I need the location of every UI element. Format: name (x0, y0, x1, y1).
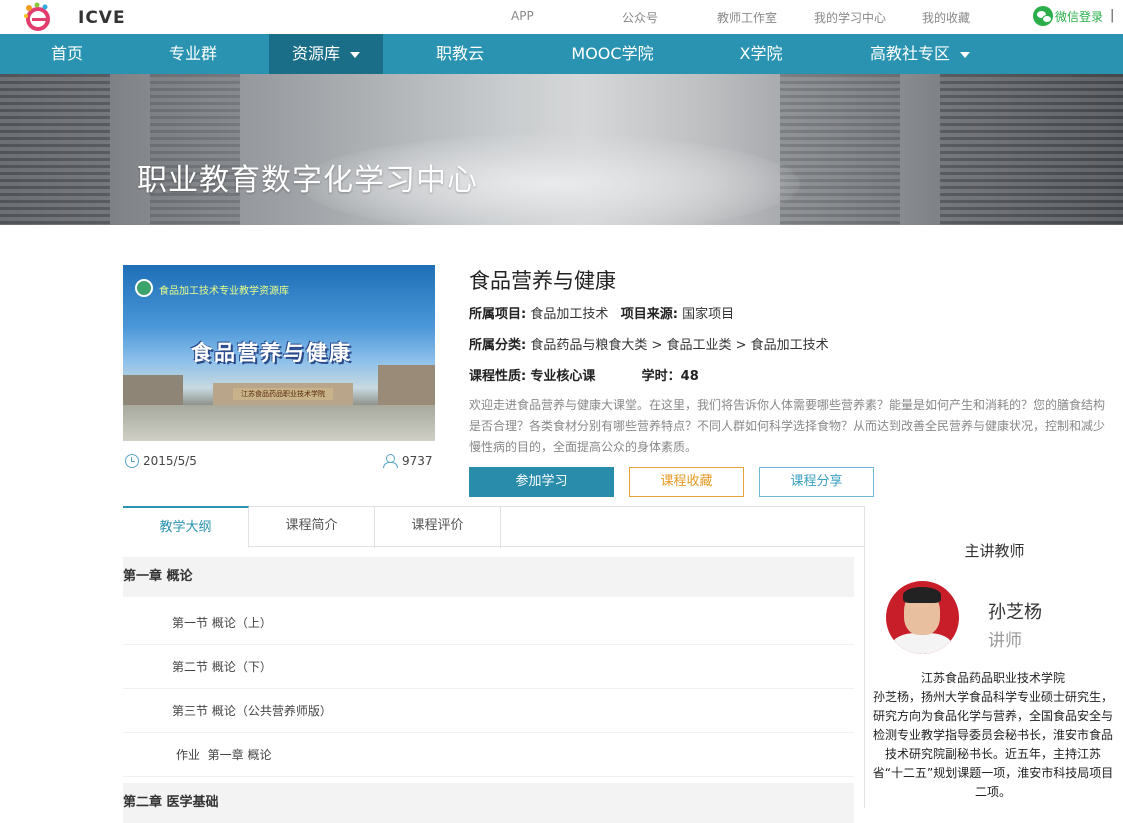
nav-item-higher-ed-zone[interactable]: 高教社专区 (855, 34, 985, 74)
icve-logo-icon (24, 2, 50, 31)
top-link-app[interactable]: APP (511, 9, 534, 23)
building-right (378, 365, 435, 405)
cover-title: 食品营养与健康 (191, 340, 352, 365)
homework-1[interactable]: 作业 第一章 概论 (123, 733, 854, 777)
nav-item-major-group[interactable]: 专业群 (134, 34, 252, 74)
gate-sign: 江苏食品药品职业技术学院 (233, 388, 333, 400)
banner-title: 职业教育数字化学习中心 (137, 163, 478, 198)
avatar-shirt (892, 633, 952, 654)
cover-subtitle: 食品加工技术专业教学资源库 (159, 286, 289, 297)
building-left (123, 375, 183, 405)
section-1-2[interactable]: 第二节 概论（下） (123, 645, 854, 689)
join-course-button[interactable]: 参加学习 (469, 467, 614, 497)
sidebar-divider (864, 506, 865, 808)
server-rack-left (0, 74, 110, 225)
teacher-avatar[interactable] (886, 581, 959, 654)
section-1-1[interactable]: 第一节 概论（上） (123, 601, 854, 645)
teacher-title: 讲师 (988, 631, 1022, 651)
top-link-teacher-studio[interactable]: 教师工作室 (717, 9, 777, 26)
chevron-down-icon (350, 51, 360, 58)
section-1-3[interactable]: 第三节 概论（公共营养师版） (123, 689, 854, 733)
chevron-down-icon (960, 51, 970, 58)
hero-banner: 职业教育数字化学习中心 (0, 74, 1123, 225)
server-rack-right-2 (780, 74, 900, 225)
course-date: 2015/5/5 (125, 454, 197, 468)
clock-icon (125, 454, 139, 468)
tab-syllabus[interactable]: 教学大纲 (123, 506, 249, 548)
top-link-official-account[interactable]: 公众号 (622, 9, 658, 26)
top-link-my-learning[interactable]: 我的学习中心 (814, 9, 886, 26)
course-title: 食品营养与健康 (469, 269, 616, 293)
share-course-button[interactable]: 课程分享 (759, 467, 874, 497)
top-link-my-favorites[interactable]: 我的收藏 (922, 9, 970, 26)
nav-item-x-college[interactable]: X学院 (705, 34, 817, 74)
nav-item-zhijiao-cloud[interactable]: 职教云 (400, 34, 520, 74)
nav-item-mooc[interactable]: MOOC学院 (545, 34, 680, 74)
top-separator: | (1110, 8, 1115, 23)
teacher-bio: 江苏食品药品职业技术学院 孙芝杨，扬州大学食品科学专业硕士研究生，研究方向为食品… (872, 669, 1114, 802)
course-learners: 9737 (382, 454, 433, 468)
chapter-2[interactable]: 第二章 医学基础 (123, 783, 854, 823)
teacher-heading: 主讲教师 (964, 542, 1025, 560)
course-project-line: 所属项目: 食品加工技术 项目来源: 国家项目 (469, 307, 735, 322)
plaza (123, 405, 435, 441)
wechat-login[interactable]: 微信登录 (1033, 6, 1103, 26)
avatar-hair (903, 587, 941, 603)
teacher-school: 江苏食品药品职业技术学院 (920, 671, 1065, 685)
top-bar: ICVE APP 公众号 教师工作室 我的学习中心 我的收藏 微信登录 | (0, 0, 1123, 34)
server-rack-left-2 (150, 74, 240, 225)
users-icon (382, 454, 398, 468)
favorite-course-button[interactable]: 课程收藏 (629, 467, 744, 497)
teacher-bio-text: 孙芝杨，扬州大学食品科学专业硕士研究生，研究方向为食品化学与营养，全国食品安全与… (872, 690, 1114, 799)
nav-item-home[interactable]: 首页 (0, 34, 134, 74)
logo-text: ICVE (78, 8, 126, 28)
course-category-line: 所属分类: 食品药品与粮食大类 > 食品工业类 > 食品加工技术 (469, 338, 829, 353)
main-nav: 首页 专业群 资源库 职教云 MOOC学院 X学院 高教社专区 (0, 34, 1123, 74)
course-tabs: 教学大纲 课程简介 课程评价 (123, 506, 864, 548)
wechat-login-label: 微信登录 (1055, 9, 1104, 24)
icve-logo[interactable]: ICVE (22, 2, 125, 32)
teacher-name: 孙芝杨 (988, 602, 1042, 623)
resource-library-badge-icon (135, 279, 153, 297)
tab-reviews[interactable]: 课程评价 (375, 506, 501, 548)
course-cover-image: 食品加工技术专业教学资源库 食品营养与健康 江苏食品药品职业技术学院 (123, 265, 435, 441)
wechat-icon (1033, 6, 1053, 26)
server-rack-right (940, 74, 1123, 225)
nav-item-resource-library[interactable]: 资源库 (269, 34, 383, 74)
chapter-1[interactable]: 第一章 概论 (123, 557, 854, 597)
tab-introduction[interactable]: 课程简介 (249, 506, 375, 548)
course-description: 欢迎走进食品营养与健康大课堂。在这里，我们将告诉你人体需要哪些营养素？能量是如何… (469, 398, 1106, 454)
course-nature-line: 课程性质: 专业核心课 学时：48 (469, 369, 699, 384)
